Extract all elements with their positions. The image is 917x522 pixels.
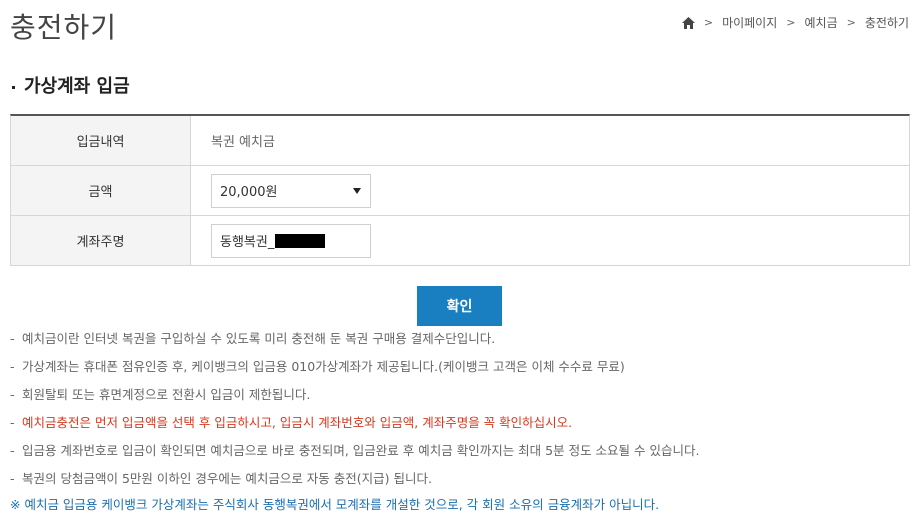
breadcrumb-separator: > <box>846 16 856 29</box>
amount-selected-value: 20,000원 <box>220 185 278 200</box>
footnote: ※ 예치금 입금용 케이뱅크 가상계좌는 주식회사 동행복권에서 모계좌를 개설… <box>10 497 660 512</box>
notice-item: - 입금용 계좌번호로 입금이 확인되면 예치금으로 바로 충전되며, 입금완료 … <box>10 443 700 458</box>
breadcrumb-separator: > <box>703 16 714 29</box>
deposit-item-value: 복권 예치금 <box>211 135 275 150</box>
page-title: 충전하기 <box>10 11 118 44</box>
notice-item: - 예치금이란 인터넷 복권을 구입하실 수 있도록 미리 충전해 둔 복권 구매… <box>10 331 496 346</box>
notice-list: - 예치금이란 인터넷 복권을 구입하실 수 있도록 미리 충전해 둔 복권 구매… <box>10 328 915 496</box>
breadcrumb-item-charge[interactable]: 충전하기 <box>865 14 909 31</box>
notice-item-warning: - 예치금충전은 먼저 입금액을 선택 후 입금하시고, 입금시 계좌번호와 입금… <box>10 415 573 430</box>
notice-item: - 가상계좌는 휴대폰 점유인증 후, 케이뱅크의 입금용 010가상계좌가 제공… <box>10 359 625 374</box>
section-title: 가상계좌 입금 <box>12 72 130 98</box>
breadcrumb-separator: > <box>786 16 796 29</box>
deposit-item-label: 입금내역 <box>11 116 191 165</box>
caret-down-icon <box>353 187 361 194</box>
breadcrumb: > 마이페이지 > 예치금 > 충전하기 <box>681 14 909 31</box>
confirm-button[interactable]: 확인 <box>417 286 502 326</box>
account-holder-input[interactable]: 동행복권_ <box>211 223 371 258</box>
home-icon[interactable] <box>681 16 695 29</box>
account-holder-label: 계좌주명 <box>11 216 191 265</box>
amount-label: 금액 <box>11 166 191 215</box>
notice-item: - 회원탈퇴 또는 휴면계정으로 전환시 입금이 제한됩니다. <box>10 387 311 402</box>
redacted-block <box>275 233 326 248</box>
form-row-amount: 금액 20,000원 <box>11 166 909 216</box>
form-row-account-holder: 계좌주명 동행복권_ <box>11 216 909 266</box>
bullet-icon <box>12 85 15 89</box>
account-holder-value: 동행복권_ <box>220 235 275 250</box>
section-title-text: 가상계좌 입금 <box>24 76 130 97</box>
form-row-deposit-item: 입금내역 복권 예치금 <box>11 116 909 166</box>
breadcrumb-item-mypage[interactable]: 마이페이지 <box>722 14 777 31</box>
breadcrumb-item-deposit[interactable]: 예치금 <box>804 14 837 31</box>
notice-item: - 복권의 당첨금액이 5만원 이하인 경우에는 예치금으로 자동 충전(지급) … <box>10 471 432 486</box>
deposit-form-table: 입금내역 복권 예치금 금액 20,000원 계좌주명 동행복권_ <box>10 114 910 266</box>
amount-select[interactable]: 20,000원 <box>211 173 371 208</box>
